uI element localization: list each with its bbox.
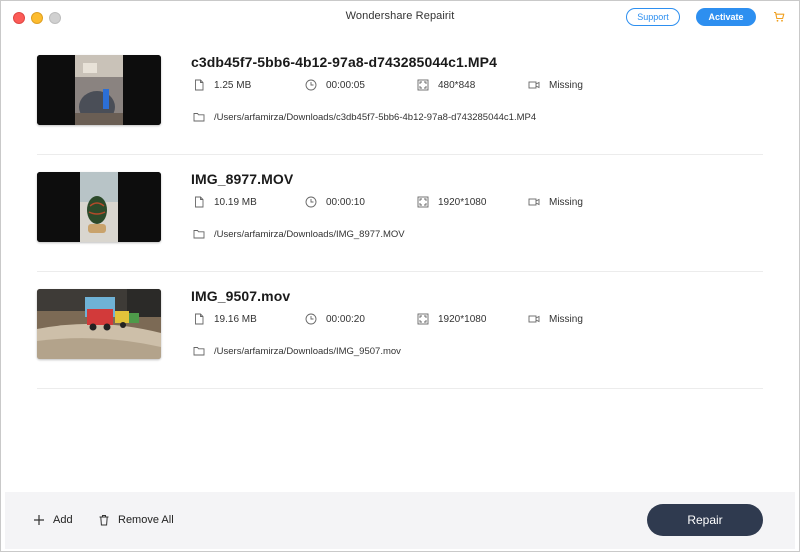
video-camera-icon <box>528 81 540 89</box>
video-thumbnail <box>37 55 161 125</box>
clock-icon <box>305 313 317 325</box>
file-name: c3db45f7-5bb6-4b12-97a8-d743285044c1.MP4 <box>191 54 497 70</box>
file-size-value: 10.19 MB <box>214 196 257 208</box>
app-window: Wondershare Repairit Support Activate c3… <box>0 0 800 552</box>
file-path: /Users/arfamirza/Downloads/c3db45f7-5bb6… <box>193 111 536 123</box>
file-size: 19.16 MB <box>193 313 257 325</box>
file-resolution-value: 1920*1080 <box>438 196 487 208</box>
folder-icon <box>193 230 205 239</box>
file-duration-value: 00:00:20 <box>326 313 365 325</box>
video-thumbnail <box>37 172 161 242</box>
file-name: IMG_9507.mov <box>191 288 291 304</box>
clock-icon <box>305 196 317 208</box>
clock-icon <box>305 79 317 91</box>
resolution-icon <box>417 196 429 208</box>
file-status-value: Missing <box>549 313 583 325</box>
file-size-value: 19.16 MB <box>214 313 257 325</box>
video-thumbnail <box>37 289 161 359</box>
remove-all-button[interactable]: Remove All <box>98 514 174 526</box>
file-resolution: 480*848 <box>417 79 475 91</box>
file-row[interactable]: c3db45f7-5bb6-4b12-97a8-d743285044c1.MP4… <box>37 38 763 155</box>
file-status: Missing <box>528 79 583 91</box>
file-status: Missing <box>528 313 583 325</box>
add-button[interactable]: Add <box>33 514 73 526</box>
support-button[interactable]: Support <box>626 8 680 26</box>
file-icon <box>195 313 204 325</box>
file-duration-value: 00:00:05 <box>326 79 365 91</box>
file-size: 1.25 MB <box>193 79 251 91</box>
add-label: Add <box>53 514 73 526</box>
repair-button[interactable]: Repair <box>647 504 763 536</box>
file-size-value: 1.25 MB <box>214 79 252 91</box>
file-icon <box>195 196 204 208</box>
file-duration: 00:00:05 <box>305 79 365 91</box>
file-duration: 00:00:10 <box>305 196 365 208</box>
footer-bar: Add Remove All Repair <box>5 492 795 549</box>
file-path: /Users/arfamirza/Downloads/IMG_8977.MOV <box>193 228 405 240</box>
file-duration-value: 00:00:10 <box>326 196 365 208</box>
resolution-icon <box>417 79 429 91</box>
row-divider <box>37 388 763 389</box>
file-path-value: /Users/arfamirza/Downloads/IMG_9507.mov <box>214 345 401 357</box>
file-status-value: Missing <box>549 196 583 208</box>
file-duration: 00:00:20 <box>305 313 365 325</box>
video-camera-icon <box>528 315 540 323</box>
file-resolution: 1920*1080 <box>417 196 486 208</box>
video-camera-icon <box>528 198 540 206</box>
activate-button[interactable]: Activate <box>696 8 756 26</box>
file-resolution: 1920*1080 <box>417 313 486 325</box>
file-resolution-value: 1920*1080 <box>438 313 487 325</box>
file-path-value: /Users/arfamirza/Downloads/c3db45f7-5bb6… <box>214 111 537 123</box>
title-bar: Wondershare Repairit Support Activate <box>1 1 799 33</box>
file-path-value: /Users/arfamirza/Downloads/IMG_8977.MOV <box>214 228 405 240</box>
file-icon <box>195 79 204 91</box>
file-row[interactable]: IMG_8977.MOV 10.19 MB 00:00:10 1920*1080… <box>37 155 763 272</box>
file-name: IMG_8977.MOV <box>191 171 294 187</box>
file-path: /Users/arfamirza/Downloads/IMG_9507.mov <box>193 345 401 357</box>
file-status: Missing <box>528 196 583 208</box>
folder-icon <box>193 113 205 122</box>
file-status-value: Missing <box>549 79 583 91</box>
cart-icon[interactable] <box>773 11 785 23</box>
file-row[interactable]: IMG_9507.mov 19.16 MB 00:00:20 1920*1080… <box>37 272 763 389</box>
trash-icon <box>99 515 109 526</box>
plus-icon <box>34 515 44 525</box>
file-size: 10.19 MB <box>193 196 257 208</box>
resolution-icon <box>417 313 429 325</box>
file-resolution-value: 480*848 <box>438 79 476 91</box>
remove-all-label: Remove All <box>118 514 174 526</box>
folder-icon <box>193 347 205 356</box>
